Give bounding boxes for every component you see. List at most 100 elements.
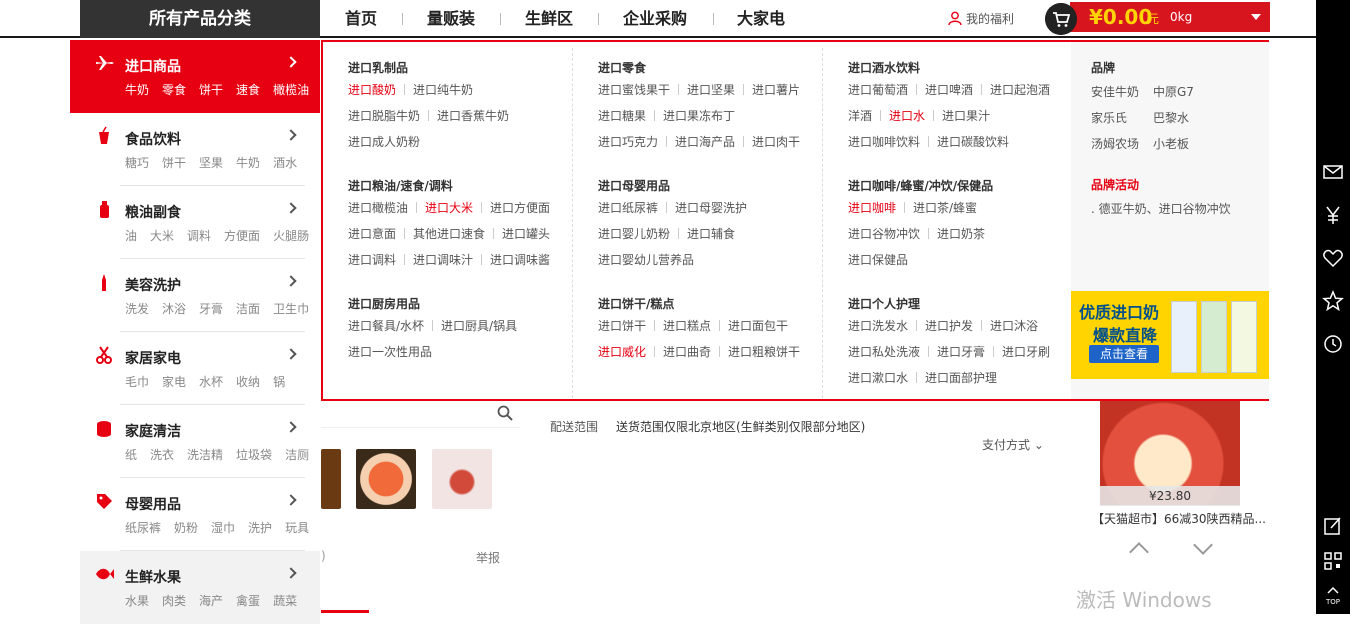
- panel-link[interactable]: 进口私处洗液: [848, 339, 920, 365]
- panel-link[interactable]: 进口辅食: [687, 221, 735, 247]
- category-sublink[interactable]: 纸尿裤: [125, 521, 161, 535]
- brand-link[interactable]: 巴黎水: [1153, 109, 1215, 126]
- brand-link[interactable]: 安佳牛奶: [1091, 83, 1153, 100]
- panel-link[interactable]: 进口糖果: [598, 103, 646, 129]
- category-item[interactable]: 粮油副食油大米 调料 方便面 火腿肠: [80, 186, 320, 259]
- mail-icon[interactable]: [1321, 160, 1345, 184]
- heart-icon[interactable]: [1321, 246, 1345, 270]
- category-sublink[interactable]: 垃圾袋: [236, 448, 272, 462]
- brand-link[interactable]: 小老板: [1153, 135, 1215, 152]
- star-icon[interactable]: [1321, 289, 1345, 313]
- category-sublink[interactable]: 湿巾: [211, 521, 235, 535]
- panel-link[interactable]: 进口威化: [598, 339, 646, 365]
- panel-link[interactable]: 进口面部护理: [925, 365, 997, 391]
- edit-icon[interactable]: [1321, 514, 1345, 538]
- panel-link[interactable]: 进口饼干: [598, 313, 646, 339]
- panel-link[interactable]: 进口面包干: [728, 313, 788, 339]
- my-welfare-link[interactable]: 我的福利: [948, 9, 1014, 29]
- panel-link[interactable]: 进口咖啡: [848, 195, 896, 221]
- category-sublink[interactable]: 洁面: [236, 302, 260, 316]
- qrcode-icon[interactable]: [1321, 549, 1345, 573]
- panel-link[interactable]: 进口糕点: [663, 313, 711, 339]
- panel-link[interactable]: 进口护发: [925, 313, 973, 339]
- nav-enterprise[interactable]: 企业采购: [623, 0, 687, 38]
- panel-link[interactable]: 进口成人奶粉: [348, 129, 420, 155]
- panel-link[interactable]: 进口曲奇: [663, 339, 711, 365]
- product-thumbnail[interactable]: [356, 449, 416, 509]
- panel-link[interactable]: 进口碳酸饮料: [937, 129, 1009, 155]
- category-sublink[interactable]: 禽蛋: [236, 594, 260, 608]
- category-sublink[interactable]: 家电: [162, 375, 186, 389]
- panel-link[interactable]: 进口巧克力: [598, 129, 658, 155]
- report-link[interactable]: 举报: [476, 549, 500, 566]
- category-sublink[interactable]: 橄榄油: [273, 83, 309, 97]
- panel-link[interactable]: 进口啤酒: [925, 77, 973, 103]
- yen-icon[interactable]: [1321, 203, 1345, 227]
- cart-icon[interactable]: [1045, 3, 1077, 35]
- category-sublink[interactable]: 牛奶: [125, 83, 149, 97]
- product-thumbnail[interactable]: [432, 449, 492, 509]
- panel-link[interactable]: 进口调味酱: [490, 247, 550, 273]
- category-item[interactable]: 生鲜水果 水果 肉类 海产 禽蛋 蔬菜: [80, 551, 320, 624]
- panel-link[interactable]: 进口母婴洗护: [675, 195, 747, 221]
- category-sublink[interactable]: 方便面: [224, 229, 260, 243]
- panel-link[interactable]: 进口香蕉牛奶: [437, 103, 509, 129]
- payment-dropdown[interactable]: 支付方式 ⌄: [982, 436, 1044, 453]
- nav-appliances[interactable]: 大家电: [737, 0, 785, 38]
- panel-link[interactable]: 进口葡萄酒: [848, 77, 908, 103]
- panel-link[interactable]: 进口一次性用品: [348, 339, 432, 365]
- panel-link[interactable]: 进口保健品: [848, 247, 908, 273]
- category-sublink[interactable]: 洗护: [248, 521, 272, 535]
- brand-link[interactable]: 汤姆农场: [1091, 135, 1153, 152]
- category-sublink[interactable]: 奶粉: [174, 521, 198, 535]
- panel-link[interactable]: 其他进口速食: [413, 221, 485, 247]
- panel-link[interactable]: 进口婴儿奶粉: [598, 221, 670, 247]
- panel-link[interactable]: 进口大米: [425, 195, 473, 221]
- category-item[interactable]: 母婴用品 纸尿裤 奶粉 湿巾 洗护 玩具: [80, 478, 320, 551]
- promo-banner[interactable]: 优质进口奶 爆款直降 点击查看: [1071, 291, 1269, 379]
- category-sublink[interactable]: 纸: [125, 448, 137, 462]
- category-item[interactable]: 美容洗护 洗发 沐浴 牙膏 洁面 卫生巾: [80, 259, 320, 332]
- panel-link[interactable]: 进口罐头: [502, 221, 550, 247]
- category-sublink[interactable]: 牙膏: [199, 302, 223, 316]
- category-sublink[interactable]: 锅: [273, 375, 285, 389]
- panel-link[interactable]: 进口咖啡饮料: [848, 129, 920, 155]
- product-thumbnail[interactable]: [321, 449, 341, 509]
- category-sublink[interactable]: 饼干: [199, 83, 223, 97]
- chevron-up-icon[interactable]: [1129, 542, 1149, 562]
- promo-button[interactable]: 点击查看: [1089, 345, 1159, 363]
- category-sublink[interactable]: 调料: [187, 229, 211, 243]
- category-item[interactable]: 进口商品 牛奶 零食 饼干 速食 橄榄油: [80, 40, 320, 113]
- panel-link[interactable]: 进口漱口水: [848, 365, 908, 391]
- panel-link[interactable]: 进口意面: [348, 221, 396, 247]
- chevron-down-icon[interactable]: [1193, 535, 1213, 555]
- category-sublink[interactable]: 洗衣: [150, 448, 174, 462]
- nav-bulk[interactable]: 量贩装: [427, 0, 475, 38]
- category-sublink[interactable]: 卫生巾: [273, 302, 309, 316]
- category-item[interactable]: 家庭清洁纸洗衣 洗洁精 垃圾袋 洁厕: [80, 405, 320, 478]
- panel-link[interactable]: 进口洗发水: [848, 313, 908, 339]
- panel-link[interactable]: 进口茶/蜂蜜: [913, 195, 977, 221]
- panel-link[interactable]: 进口厨具/锅具: [441, 313, 517, 339]
- category-sublink[interactable]: 零食: [162, 83, 186, 97]
- search-icon[interactable]: [497, 405, 513, 421]
- category-sublink[interactable]: 洁厕: [285, 448, 309, 462]
- cart-dropdown-arrow-icon[interactable]: [1251, 14, 1261, 20]
- nav-home[interactable]: 首页: [345, 0, 377, 38]
- category-sublink[interactable]: 海产: [199, 594, 223, 608]
- panel-link[interactable]: 进口薯片: [752, 77, 800, 103]
- category-sublink[interactable]: 洗发: [125, 302, 149, 316]
- category-sublink[interactable]: 牛奶: [236, 156, 260, 170]
- panel-link[interactable]: 进口肉干: [752, 129, 800, 155]
- category-sublink[interactable]: 收纳: [236, 375, 260, 389]
- panel-link[interactable]: 洋酒: [848, 103, 872, 129]
- history-icon[interactable]: [1321, 332, 1345, 356]
- category-sublink[interactable]: 糖巧: [125, 156, 149, 170]
- category-sublink[interactable]: 肉类: [162, 594, 186, 608]
- category-sublink[interactable]: 大米: [150, 229, 174, 243]
- panel-link[interactable]: 进口粗粮饼干: [728, 339, 800, 365]
- panel-link[interactable]: 进口蜜饯果干: [598, 77, 670, 103]
- category-sublink[interactable]: 水果: [125, 594, 149, 608]
- brand-link[interactable]: 中原G7: [1153, 83, 1215, 100]
- panel-link[interactable]: 进口脱脂牛奶: [348, 103, 420, 129]
